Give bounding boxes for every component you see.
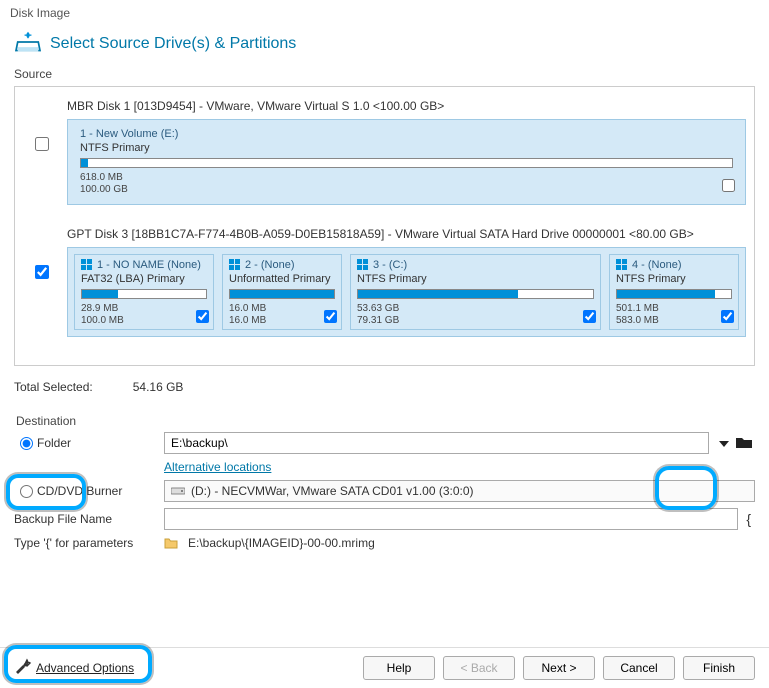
total-label: Total Selected: [14,380,93,394]
partition-container: 1 - New Volume (E:) NTFS Primary 618.0 M… [67,119,746,205]
partition-sizes: 53.63 GB79.31 GB [357,303,594,327]
browse-folder-icon[interactable] [735,435,753,452]
partition-sizes: 16.0 MB16.0 MB [229,303,335,327]
disk-title: GPT Disk 3 [18BB1C7A-F774-4B0B-A059-D0EB… [67,227,746,241]
partition-head: 3 - (C:) [357,259,594,271]
disk-checkbox[interactable] [23,119,61,151]
usage-bar [81,289,207,299]
partition-card[interactable]: 1 - NO NAME (None) FAT32 (LBA) Primary 2… [74,254,214,330]
footer: Advanced Options Help < Back Next > Canc… [0,647,769,688]
advanced-options[interactable]: Advanced Options [14,658,134,679]
source-label: Source [14,67,755,81]
brace-button[interactable]: { [742,511,755,527]
disk-image-icon [14,30,42,57]
folder-radio-label: Folder [37,436,71,450]
total-value: 54.16 GB [133,380,184,394]
partition-checkbox[interactable] [721,310,734,326]
header: Select Source Drive(s) & Partitions [0,26,769,67]
cd-burner-select[interactable]: (D:) - NECVMWar, VMware SATA CD01 v1.00 … [164,480,755,502]
windows-icon [81,259,93,271]
cd-radio-label: CD/DVD Burner [37,484,122,498]
disk-block: 1 - NO NAME (None) FAT32 (LBA) Primary 2… [23,247,746,337]
browse-buttons [713,432,755,454]
partition-head: 4 - (None) [616,259,732,271]
help-button[interactable]: Help [363,656,435,680]
drive-icon [171,484,185,498]
disk-block: 1 - New Volume (E:) NTFS Primary 618.0 M… [23,119,746,205]
partition-type: Unformatted Primary [229,273,335,285]
partition-type: FAT32 (LBA) Primary [81,273,207,285]
cd-radio[interactable] [20,485,33,498]
partition-checkbox[interactable] [324,310,337,326]
partition-head: 2 - (None) [229,259,335,271]
partition-head: 1 - NO NAME (None) [81,259,207,271]
partition-sizes: 28.9 MB100.0 MB [81,303,207,327]
windows-icon [616,259,628,271]
windows-icon [357,259,369,271]
destination-section: Destination Folder Alternative lo [14,414,755,550]
usage-bar [616,289,732,299]
partition-type: NTFS Primary [357,273,594,285]
usage-bar [229,289,335,299]
folder-row: Folder [14,432,755,454]
usage-bar [80,158,733,168]
params-path: E:\backup\{IMAGEID}-00-00.mrimg [188,536,375,550]
window-title: Disk Image [0,0,769,26]
folder-icon [164,537,178,549]
partition-card[interactable]: 2 - (None) Unformatted Primary 16.0 MB16… [222,254,342,330]
disk-title: MBR Disk 1 [013D9454] - VMware, VMware V… [67,99,746,113]
folder-radio[interactable] [20,437,33,450]
usage-bar [357,289,594,299]
back-button[interactable]: < Back [443,656,515,680]
windows-icon [229,259,241,271]
dropdown-arrow-icon[interactable] [715,432,733,454]
partition-head: 1 - New Volume (E:) [80,128,733,140]
partition-sizes: 501.1 MB583.0 MB [616,303,732,327]
partition-type: NTFS Primary [616,273,732,285]
partition-checkbox[interactable] [722,179,735,195]
filename-input[interactable] [164,508,738,530]
advanced-options-link[interactable]: Advanced Options [36,661,134,675]
destination-label: Destination [16,414,755,428]
button-bar: Help < Back Next > Cancel Finish [363,656,755,680]
partition-checkbox[interactable] [583,310,596,326]
source-box: MBR Disk 1 [013D9454] - VMware, VMware V… [14,86,755,366]
filename-row: Backup File Name { [14,508,755,530]
disk-checkbox[interactable] [23,247,61,279]
page-title: Select Source Drive(s) & Partitions [50,35,296,53]
filename-label: Backup File Name [14,512,112,526]
partition-type: NTFS Primary [80,142,733,154]
next-button[interactable]: Next > [523,656,595,680]
partition-card[interactable]: 1 - New Volume (E:) NTFS Primary 618.0 M… [74,126,739,198]
partition-container: 1 - NO NAME (None) FAT32 (LBA) Primary 2… [67,247,746,337]
partition-sizes: 618.0 MB 100.00 GB [80,172,733,196]
totals: Total Selected: 54.16 GB [14,380,755,394]
cd-row: CD/DVD Burner (D:) - NECVMWar, VMware SA… [14,480,755,502]
partition-card[interactable]: 3 - (C:) NTFS Primary 53.63 GB79.31 GB [350,254,601,330]
params-row: Type '{' for parameters E:\backup\{IMAGE… [14,536,755,550]
wrench-icon [14,658,32,679]
partition-checkbox[interactable] [196,310,209,326]
params-label: Type '{' for parameters [14,536,133,550]
cancel-button[interactable]: Cancel [603,656,675,680]
alt-locations-row: Alternative locations [14,460,755,474]
folder-path-input[interactable] [164,432,709,454]
partition-card[interactable]: 4 - (None) NTFS Primary 501.1 MB583.0 MB [609,254,739,330]
finish-button[interactable]: Finish [683,656,755,680]
alt-locations-link[interactable]: Alternative locations [164,460,271,474]
